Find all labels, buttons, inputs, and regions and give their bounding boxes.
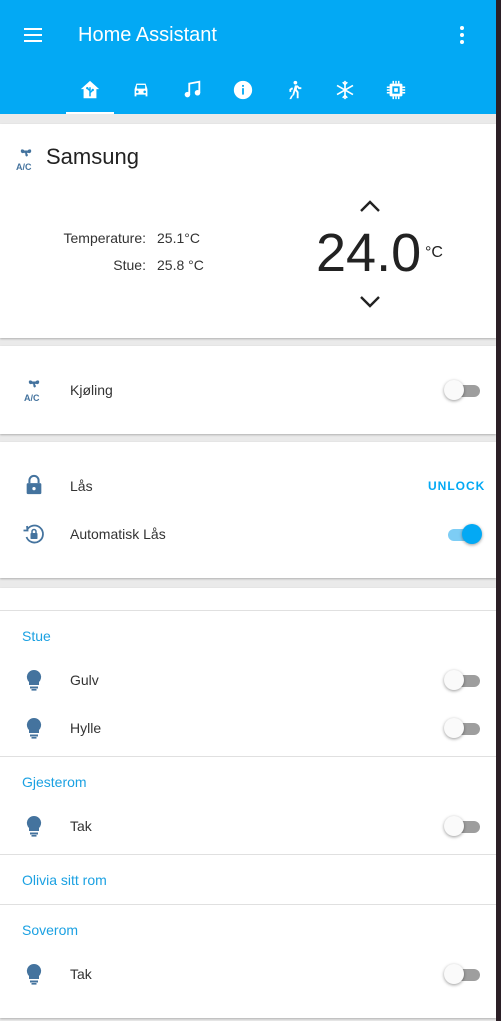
lightbulb-icon bbox=[26, 815, 42, 837]
light-toggle-gulv[interactable] bbox=[444, 669, 482, 691]
info-icon bbox=[233, 80, 253, 100]
more-options-icon[interactable] bbox=[452, 24, 472, 46]
home-assistant-icon bbox=[80, 80, 100, 99]
tab-info[interactable] bbox=[219, 66, 267, 114]
group-title-soverom: Soverom bbox=[22, 922, 79, 938]
climate-card: A/C Samsung Temperature: 25.1°C Stue: 25… bbox=[0, 124, 496, 338]
auto-lock-toggle[interactable] bbox=[444, 523, 482, 545]
snowflake-icon bbox=[336, 80, 354, 100]
light-toggle-hylle[interactable] bbox=[444, 717, 482, 739]
target-temperature-unit: °C bbox=[425, 244, 443, 261]
tab-system[interactable] bbox=[372, 66, 420, 114]
cooling-toggle[interactable] bbox=[444, 379, 482, 401]
menu-button[interactable] bbox=[22, 26, 46, 44]
tab-car[interactable] bbox=[117, 66, 165, 114]
target-temperature: 24.0 bbox=[316, 223, 422, 283]
app-header: Home Assistant bbox=[0, 0, 496, 114]
temperature-value: 25.1°C bbox=[157, 230, 200, 246]
lock-icon bbox=[26, 474, 42, 495]
divider bbox=[0, 610, 496, 611]
lightbulb-icon bbox=[26, 963, 42, 985]
light-toggle-soverom-tak[interactable] bbox=[444, 963, 482, 985]
light-toggle-gjesterom-tak[interactable] bbox=[444, 815, 482, 837]
svg-text:A/C: A/C bbox=[24, 393, 40, 403]
app-window: Home Assistant A/C Samsung Temperature: … bbox=[0, 0, 496, 1021]
light-label: Gulv bbox=[70, 672, 99, 688]
lights-card: Stue Gulv Hylle Gjesterom Tak Olivia sit… bbox=[0, 588, 496, 1018]
lock-card: Lås UNLOCK Automatisk Lås bbox=[0, 442, 496, 578]
tab-activity[interactable] bbox=[270, 66, 318, 114]
walk-icon bbox=[289, 80, 302, 100]
view-tabs bbox=[0, 66, 496, 114]
air-conditioner-icon: A/C bbox=[24, 380, 40, 403]
tab-home[interactable] bbox=[66, 66, 114, 114]
svg-text:A/C: A/C bbox=[16, 162, 32, 172]
light-label: Tak bbox=[70, 966, 92, 982]
group-title-olivia: Olivia sitt rom bbox=[22, 872, 107, 888]
group-title-stue: Stue bbox=[22, 628, 51, 644]
divider bbox=[0, 904, 496, 905]
stue-temperature-label: Stue: bbox=[113, 257, 146, 273]
chip-icon bbox=[386, 80, 406, 100]
app-title: Home Assistant bbox=[78, 24, 217, 46]
lock-reset-icon bbox=[23, 524, 44, 544]
lightbulb-icon bbox=[26, 669, 42, 691]
cooling-label: Kjøling bbox=[70, 382, 113, 398]
car-icon bbox=[134, 83, 148, 97]
divider bbox=[0, 854, 496, 855]
lightbulb-icon bbox=[26, 717, 42, 739]
music-note-icon bbox=[184, 80, 201, 98]
divider bbox=[0, 756, 496, 757]
tab-music[interactable] bbox=[168, 66, 216, 114]
stue-temperature-value: 25.8 °C bbox=[157, 257, 204, 273]
cooling-card: A/C Kjøling bbox=[0, 346, 496, 434]
group-title-gjesterom: Gjesterom bbox=[22, 774, 87, 790]
temperature-label: Temperature: bbox=[63, 230, 146, 246]
air-conditioner-icon: A/C bbox=[16, 149, 32, 172]
unlock-button[interactable]: UNLOCK bbox=[428, 479, 485, 493]
chevron-up-icon[interactable] bbox=[358, 198, 382, 214]
light-label: Tak bbox=[70, 818, 92, 834]
auto-lock-label: Automatisk Lås bbox=[70, 526, 166, 542]
lock-label: Lås bbox=[70, 478, 93, 494]
light-label: Hylle bbox=[70, 720, 102, 736]
climate-name: Samsung bbox=[46, 144, 139, 169]
tab-climate[interactable] bbox=[321, 66, 369, 114]
chevron-down-icon[interactable] bbox=[358, 294, 382, 310]
